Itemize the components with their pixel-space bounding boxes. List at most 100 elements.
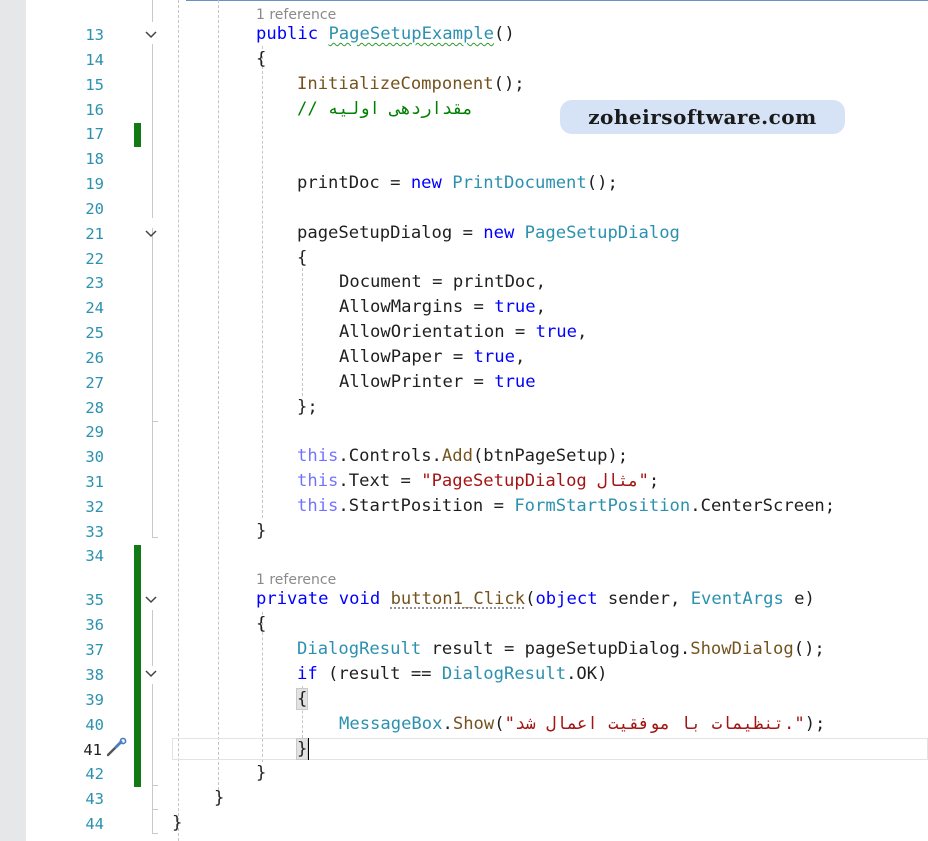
code-text: , xyxy=(577,322,588,342)
line-number: 44 xyxy=(85,815,104,833)
code-text: .Text = xyxy=(338,471,422,491)
indent-guide xyxy=(218,0,219,790)
code-text: .OK) xyxy=(566,664,608,684)
type-name: EventArgs xyxy=(690,589,784,609)
code-line-33[interactable]: } xyxy=(256,519,266,543)
type-name: DialogResult xyxy=(441,664,567,684)
code-text: (); xyxy=(493,74,525,94)
fold-outline-end xyxy=(152,537,158,538)
code-text: , xyxy=(535,297,546,317)
code-line-38[interactable]: if (result == DialogResult.OK) xyxy=(297,662,607,686)
code-text: AllowPrinter = xyxy=(339,372,495,392)
method-call: Show xyxy=(452,714,495,734)
line-number: 28 xyxy=(85,399,104,417)
string-literal: "مثال PageSetupDialog" xyxy=(421,471,649,491)
code-line-30[interactable]: this.Controls.Add(btnPageSetup); xyxy=(297,444,628,468)
code-text: .Controls. xyxy=(338,446,442,466)
code-text: ; xyxy=(648,471,660,491)
collapse-chevron-icon[interactable] xyxy=(144,595,158,605)
code-line-27[interactable]: AllowPrinter = true xyxy=(339,370,536,394)
fold-outline xyxy=(152,810,153,834)
code-text: sender, xyxy=(597,589,691,609)
code-text: .StartPosition = xyxy=(338,496,515,516)
code-line-32[interactable]: this.StartPosition = FormStartPosition.C… xyxy=(297,494,835,518)
code-line-15[interactable]: InitializeComponent(); xyxy=(297,72,525,96)
code-line-16[interactable]: // مقداردهی اولیه xyxy=(297,97,473,121)
code-text: (btnPageSetup); xyxy=(472,446,629,466)
code-text: ( xyxy=(494,714,505,734)
code-line-23[interactable]: Document = printDoc, xyxy=(339,270,546,294)
code-text: AllowPaper = xyxy=(339,347,474,367)
type-name: PrintDocument xyxy=(452,173,587,193)
keyword-this: this xyxy=(297,446,339,466)
line-number: 17 xyxy=(85,125,104,143)
code-line-28[interactable]: }; xyxy=(297,395,318,419)
keyword: true xyxy=(494,372,536,392)
code-text: pageSetupDialog = xyxy=(297,223,484,243)
code-line-25[interactable]: AllowOrientation = true, xyxy=(339,320,587,344)
method-name: button1_Click xyxy=(390,589,526,609)
matching-brace: } xyxy=(295,738,309,760)
fold-outline xyxy=(152,0,153,22)
code-text: (); xyxy=(793,639,825,659)
fold-outline xyxy=(152,610,153,666)
keyword: true xyxy=(494,297,536,317)
type-name: MessageBox xyxy=(339,714,443,734)
code-line-24[interactable]: AllowMargins = true, xyxy=(339,295,546,319)
code-line-41[interactable]: } xyxy=(295,737,309,761)
code-line-42[interactable]: } xyxy=(256,761,266,785)
string-literal: ".تنظیمات با موفقیت اعمال شد" xyxy=(504,714,805,734)
line-number: 41 xyxy=(83,741,102,759)
keyword: if xyxy=(297,664,318,684)
fold-outline xyxy=(152,786,153,810)
line-number: 16 xyxy=(85,101,104,119)
line-number: 40 xyxy=(85,716,104,734)
line-number: 26 xyxy=(85,349,104,367)
fold-outline xyxy=(152,228,153,538)
line-number: 21 xyxy=(85,225,104,243)
line-number: 43 xyxy=(85,790,104,808)
code-line-43[interactable]: } xyxy=(214,786,224,810)
line-number: 33 xyxy=(85,523,104,541)
code-editor[interactable]: 13 14 15 16 17 18 19 20 21 22 23 24 25 26 27 28 29 30 31 32… xyxy=(0,0,928,841)
keyword: true xyxy=(535,322,578,342)
text-caret xyxy=(308,738,309,760)
code-line-26[interactable]: AllowPaper = true, xyxy=(339,345,525,369)
keyword-this: this xyxy=(297,471,339,491)
line-number: 15 xyxy=(85,76,104,94)
code-line-13[interactable]: public PageSetupExample() xyxy=(256,22,515,46)
code-line-21[interactable]: pageSetupDialog = new PageSetupDialog xyxy=(297,221,680,245)
line-number: 39 xyxy=(85,691,104,709)
code-line-39[interactable]: { xyxy=(295,687,309,711)
keyword: new xyxy=(410,173,442,193)
line-number: 25 xyxy=(85,324,104,342)
code-text: result = pageSetupDialog. xyxy=(421,639,691,659)
code-line-36[interactable]: { xyxy=(256,612,266,636)
comment-text: مقداردهی اولیه xyxy=(328,99,473,119)
type-name: FormStartPosition xyxy=(514,496,691,516)
code-line-31[interactable]: this.Text = "مثال PageSetupDialog"; xyxy=(297,469,659,493)
code-line-35[interactable]: private void button1_Click(object sender… xyxy=(256,587,815,611)
line-number: 31 xyxy=(85,473,104,491)
code-line-14[interactable]: { xyxy=(256,47,266,71)
code-line-37[interactable]: DialogResult result = pageSetupDialog.Sh… xyxy=(297,637,825,661)
code-line-40[interactable]: MessageBox.Show(".تنظیمات با موفقیت اعما… xyxy=(339,712,825,736)
collapse-chevron-icon[interactable] xyxy=(144,229,158,239)
code-line-22[interactable]: { xyxy=(297,246,307,270)
type-name: PageSetupDialog xyxy=(524,223,680,243)
code-line-44[interactable]: } xyxy=(172,811,182,835)
line-number: 20 xyxy=(85,200,104,218)
line-number: 32 xyxy=(85,498,104,516)
code-text: .CenterScreen; xyxy=(690,496,836,516)
collapse-chevron-icon[interactable] xyxy=(144,30,158,40)
collapse-chevron-icon[interactable] xyxy=(144,669,158,679)
indent-guide xyxy=(178,0,179,841)
code-line-19[interactable]: printDoc = new PrintDocument(); xyxy=(297,171,618,195)
code-text: , xyxy=(514,347,526,367)
line-number: 36 xyxy=(85,616,104,634)
line-number: 23 xyxy=(85,274,104,292)
line-number: 35 xyxy=(85,591,104,609)
keyword: new xyxy=(483,223,515,243)
line-number: 13 xyxy=(85,26,104,44)
quick-actions-screwdriver-icon[interactable] xyxy=(104,737,128,759)
